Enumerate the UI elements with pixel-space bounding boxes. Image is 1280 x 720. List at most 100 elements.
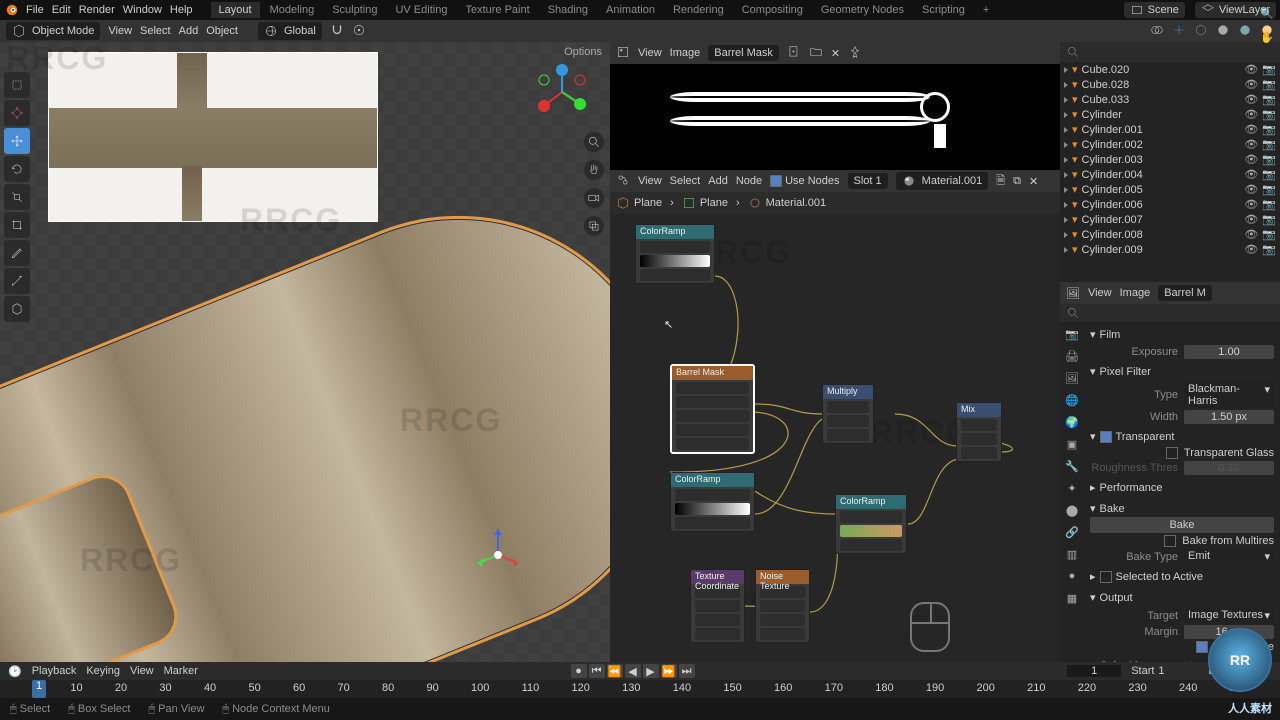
current-frame-field[interactable]: 1	[1067, 665, 1121, 677]
duplicate-icon[interactable]: ⧉	[1013, 175, 1021, 188]
shading-matprev-icon[interactable]	[1238, 23, 1252, 40]
tab-texture-paint[interactable]: Texture Paint	[457, 2, 537, 18]
tab-viewlayer[interactable]: 🖼	[1062, 368, 1082, 388]
tab-shading[interactable]: Shading	[540, 2, 596, 18]
play-icon[interactable]: ▶	[643, 664, 659, 678]
tab-add[interactable]: +	[975, 2, 997, 18]
scene-selector[interactable]: Scene	[1124, 2, 1185, 18]
node-multiply[interactable]: Multiply	[822, 384, 874, 444]
timeline-playback[interactable]: Playback	[32, 665, 77, 677]
section-sel-to-active[interactable]: ▸ Selected to Active	[1090, 568, 1274, 585]
image-selector[interactable]: Barrel Mask	[708, 45, 779, 61]
node-mix[interactable]: Mix	[956, 402, 1002, 462]
tab-physics[interactable]: ⬤	[1062, 500, 1082, 520]
node-colorramp-2[interactable]: ColorRamp	[670, 472, 755, 532]
jump-start-icon[interactable]: ⏮	[589, 664, 605, 678]
tab-world[interactable]: 🌍	[1062, 412, 1082, 432]
image-menu[interactable]: Image	[1120, 287, 1151, 299]
crumb-mesh[interactable]: Plane	[700, 197, 728, 209]
transform-gizmo[interactable]	[468, 515, 528, 578]
section-transparent[interactable]: ▾ Transparent	[1090, 428, 1274, 445]
timeline-keying[interactable]: Keying	[86, 665, 120, 677]
outliner-search[interactable]	[1060, 42, 1280, 62]
transparent-toggle[interactable]	[1100, 431, 1112, 443]
transparent-glass-toggle[interactable]	[1166, 447, 1178, 459]
autokey-icon[interactable]: ●	[571, 664, 587, 678]
tab-data[interactable]: ▥	[1062, 544, 1082, 564]
tool-cursor[interactable]	[4, 100, 30, 126]
proportional-edit-icon[interactable]	[352, 23, 366, 40]
tab-material[interactable]: ●	[1062, 566, 1082, 586]
tab-particles[interactable]: ✦	[1062, 478, 1082, 498]
section-performance[interactable]: ▸ Performance	[1090, 479, 1274, 496]
tab-object[interactable]: ▣	[1062, 434, 1082, 454]
pan-icon[interactable]	[584, 160, 604, 180]
editor-type-icon[interactable]: 🕑	[8, 665, 22, 678]
editor-type-icon[interactable]	[616, 173, 630, 190]
tab-texture[interactable]: ▦	[1062, 588, 1082, 608]
tool-add-cube[interactable]	[4, 296, 30, 322]
3d-viewport[interactable]: Options RRCG RRCG RRCG RRCG	[0, 42, 610, 682]
viewport-select[interactable]: Select	[140, 25, 171, 37]
tool-rotate[interactable]	[4, 156, 30, 182]
tab-compositing[interactable]: Compositing	[734, 2, 811, 18]
editor-type-icon[interactable]	[616, 45, 630, 62]
crumb-object[interactable]: Plane	[634, 197, 662, 209]
tab-uv-editing[interactable]: UV Editing	[387, 2, 455, 18]
unlink-icon[interactable]: ✕	[1029, 175, 1038, 188]
bake-multires-toggle[interactable]	[1164, 535, 1176, 547]
tab-scripting[interactable]: Scripting	[914, 2, 973, 18]
tab-animation[interactable]: Animation	[598, 2, 663, 18]
viewport-add[interactable]: Add	[179, 25, 199, 37]
menu-window[interactable]: Window	[123, 4, 162, 16]
viewport-view[interactable]: View	[108, 25, 132, 37]
tab-modeling[interactable]: Modeling	[262, 2, 323, 18]
bake-type-select[interactable]: Emit▾	[1184, 549, 1274, 564]
image-view[interactable]: View	[638, 47, 662, 59]
timeline-marker[interactable]: Marker	[164, 665, 198, 677]
props-search[interactable]	[1060, 304, 1280, 322]
menu-edit[interactable]: Edit	[52, 4, 71, 16]
nav-gizmo[interactable]	[532, 62, 592, 125]
menu-file[interactable]: File	[26, 4, 44, 16]
menu-help[interactable]: Help	[170, 4, 193, 16]
use-nodes-toggle[interactable]: Use Nodes	[770, 175, 839, 187]
shading-wireframe-icon[interactable]	[1194, 23, 1208, 40]
snap-icon[interactable]	[330, 23, 344, 40]
exposure-field[interactable]: 1.00	[1184, 345, 1274, 359]
tool-move[interactable]	[4, 128, 30, 154]
node-canvas[interactable]: RRCG RRCG RRCG ColorRamp Barrel	[610, 214, 1060, 682]
tab-layout[interactable]: Layout	[211, 2, 260, 18]
filter-type-select[interactable]: Blackman-Harris▾	[1184, 382, 1274, 408]
new-material-icon[interactable]: 🗎	[996, 172, 1005, 191]
tab-modifier[interactable]: 🔧	[1062, 456, 1082, 476]
crumb-material[interactable]: Material.001	[766, 197, 827, 209]
shader-select[interactable]: Select	[670, 175, 701, 187]
tool-select-box[interactable]	[4, 72, 30, 98]
tool-scale[interactable]	[4, 184, 30, 210]
timeline-ruler[interactable]: 11020 304050 607080 90100110 120130140 1…	[0, 680, 1280, 696]
tab-scene[interactable]: 🌐	[1062, 390, 1082, 410]
tool-transform[interactable]	[4, 212, 30, 238]
outliner-tree[interactable]: ▾Cube.020👁📷 ▾Cube.028👁📷 ▾Cube.033👁📷 ▾Cyl…	[1060, 62, 1280, 257]
viewport-object[interactable]: Object	[206, 25, 238, 37]
unlink-image-icon[interactable]: ✕	[831, 47, 840, 60]
node-noise[interactable]: Noise Texture	[755, 569, 810, 643]
material-selector[interactable]: Material.001	[896, 172, 989, 190]
open-image-icon[interactable]	[809, 45, 823, 62]
node-colorramp-3[interactable]: ColorRamp	[835, 494, 907, 554]
keyframe-next-icon[interactable]: ⏩	[661, 664, 677, 678]
orientation-select[interactable]: Global	[258, 22, 322, 40]
menu-render[interactable]: Render	[79, 4, 115, 16]
section-output[interactable]: ▾ Output	[1090, 589, 1274, 606]
camera-view-icon[interactable]	[584, 188, 604, 208]
bake-button[interactable]: Bake	[1090, 517, 1274, 533]
section-pixel-filter[interactable]: ▾ Pixel Filter	[1090, 363, 1274, 380]
start-frame-field[interactable]: 1	[1158, 665, 1198, 677]
node-colorramp-1[interactable]: ColorRamp	[635, 224, 715, 284]
tab-output[interactable]: 🖨	[1062, 346, 1082, 366]
jump-end-icon[interactable]: ⏭	[679, 664, 695, 678]
filter-width-field[interactable]: 1.50 px	[1184, 410, 1274, 424]
shader-add[interactable]: Add	[708, 175, 728, 187]
pan-icon[interactable]: ✋	[1258, 28, 1276, 46]
